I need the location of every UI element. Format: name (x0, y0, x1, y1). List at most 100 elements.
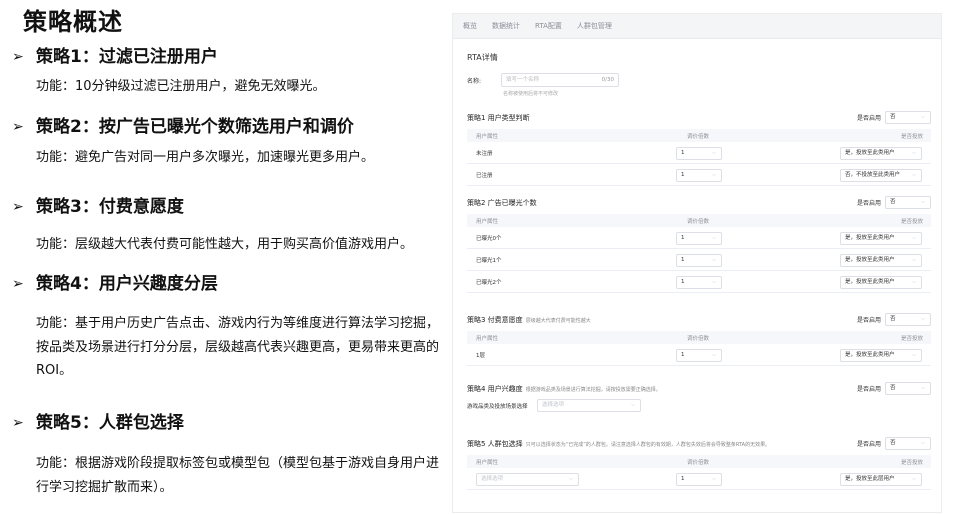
enable-value: 否 (890, 114, 896, 120)
card-title: RTA详情 (467, 53, 498, 62)
deliver-value: 是，投放至此类用户 (845, 352, 895, 358)
deliver-value: 是，投放至此类用户 (845, 279, 895, 285)
chevron-down-icon: ⌵ (912, 150, 916, 156)
enable-value: 否 (890, 440, 896, 446)
deliver-select[interactable]: 是，投放至此类用户 ⌵ (840, 147, 922, 160)
strategy-4-section: 策略4 用户兴趣度 根据游戏品类及场景进行算法挖掘，请按投放需要正确选择。 是否启… (467, 382, 931, 414)
enable-select[interactable]: 否 ⌵ (885, 437, 931, 450)
enable-label: 是否启用 (856, 317, 881, 324)
category-select[interactable]: 选择选项 ⌵ (537, 399, 641, 412)
section-title-text: 策略5 人群包选择 (467, 440, 523, 448)
row-label: 未注册 (476, 151, 493, 157)
deliver-value: 是，投放至此类用户 (845, 150, 895, 156)
enable-control: 是否启用 否 ⌵ (857, 196, 931, 209)
weight-value: 1 (681, 172, 685, 178)
section-title-text: 策略4 用户兴趣度 (467, 385, 523, 393)
weight-value: 1 (681, 257, 685, 263)
slide-title: 策略概述 (23, 8, 123, 36)
strategy-5-desc: 功能：根据游戏阶段提取标签包或模型包（模型包基于游戏自身用户进行学习挖掘扩散而来… (36, 456, 440, 495)
strategy-3-heading: ➢ 策略3：付费意愿度 (12, 192, 184, 217)
chevron-down-icon: ⌵ (921, 385, 925, 391)
weight-select[interactable]: 1 ⌵ (676, 473, 722, 486)
col-weight: 调价倍数 (687, 460, 710, 466)
name-input[interactable]: 填写一个名称 0/30 (501, 73, 619, 87)
section-title: 策略3 付费意愿度 层级越大代表付费可能性越大 (467, 315, 591, 325)
arrow-icon: ➢ (12, 199, 24, 215)
chevron-down-icon: ⌵ (921, 440, 925, 446)
row-label: 1层 (476, 353, 485, 359)
strategy-2-title: 策略2：按广告已曝光个数筛选用户和调价 (36, 117, 354, 137)
chevron-down-icon: ⌵ (921, 114, 925, 120)
weight-select[interactable]: 1 ⌵ (676, 276, 722, 289)
deliver-select[interactable]: 否，不投放至此类用户 ⌵ (840, 169, 922, 182)
deliver-select[interactable]: 是，投放至此类用户 ⌵ (840, 349, 922, 362)
table-row: 已注册 1 ⌵ 否，不投放至此类用户 ⌵ (467, 164, 931, 186)
strategy-3-section: 策略3 付费意愿度 层级越大代表付费可能性越大 是否启用 否 ⌵ 用户属性 调价倍数… (467, 313, 931, 366)
audience-select[interactable]: 选择选项 ⌵ (476, 473, 579, 486)
table-header: 用户属性 调价倍数 是否投放 (467, 455, 931, 468)
strategy-5-title: 策略5：人群包选择 (36, 413, 184, 433)
enable-value: 否 (890, 199, 896, 205)
arrow-icon: ➢ (12, 276, 24, 292)
table-row: 选择选项 ⌵ 1 ⌵ 是，投放至此层用户 ⌵ (467, 468, 931, 490)
chevron-down-icon: ⌵ (712, 235, 716, 241)
chevron-down-icon: ⌵ (921, 316, 925, 322)
weight-select[interactable]: 1 ⌵ (676, 169, 722, 182)
weight-select[interactable]: 1 ⌵ (676, 147, 722, 160)
section-title-text: 策略3 付费意愿度 (467, 316, 523, 324)
weight-select[interactable]: 1 ⌵ (676, 254, 722, 267)
nav-audience-mgmt[interactable]: 人群包管理 (577, 21, 612, 31)
section-subtitle: 只可以选择状态为“已完成”的人群包。请注意选择人群包的有效期，人群包失效后将会导… (525, 442, 771, 448)
chevron-down-icon: ⌵ (712, 172, 716, 178)
weight-value: 1 (681, 279, 685, 285)
strategy-4-title: 策略4：用户兴趣度分层 (36, 274, 218, 294)
weight-select[interactable]: 1 ⌵ (676, 232, 722, 245)
chevron-down-icon: ⌵ (912, 279, 916, 285)
chevron-down-icon: ⌵ (712, 476, 716, 482)
weight-select[interactable]: 1 ⌵ (676, 349, 722, 362)
table-row: 已曝光0个 1 ⌵ 是，投放至此类用户 ⌵ (467, 227, 931, 249)
row-label: 已注册 (476, 173, 493, 179)
row-label: 已曝光2个 (476, 280, 502, 286)
table-row: 已曝光1个 1 ⌵ 是，投放至此类用户 ⌵ (467, 249, 931, 271)
row-label: 已曝光1个 (476, 258, 502, 264)
col-deliver: 是否投放 (900, 336, 923, 342)
enable-label: 是否启用 (856, 386, 881, 393)
strategy-2-heading: ➢ 策略2：按广告已曝光个数筛选用户和调价 (12, 112, 354, 137)
name-char-count: 0/30 (601, 77, 614, 83)
col-weight: 调价倍数 (687, 336, 710, 342)
enable-select[interactable]: 否 ⌵ (885, 196, 931, 209)
chevron-down-icon: ⌵ (912, 235, 916, 241)
deliver-select[interactable]: 是，投放至此层用户 ⌵ (840, 473, 922, 486)
strategy-1-title: 策略1：过滤已注册用户 (36, 47, 218, 67)
strategy-2-section: 策略2 广告已曝光个数 是否启用 否 ⌵ 用户属性 调价倍数 是否投放 已曝光0个… (467, 196, 931, 293)
name-label: 名称: (467, 78, 482, 85)
table-header: 用户属性 调价倍数 是否投放 (467, 214, 931, 227)
table-header: 用户属性 调价倍数 是否投放 (467, 129, 931, 142)
col-weight: 调价倍数 (687, 134, 710, 140)
name-hint: 名称被使用后将不可修改 (503, 91, 559, 97)
enable-select[interactable]: 否 ⌵ (885, 111, 931, 124)
enable-value: 否 (890, 385, 896, 391)
nav-data-stats[interactable]: 数据统计 (492, 21, 520, 31)
arrow-icon: ➢ (12, 119, 24, 135)
deliver-select[interactable]: 是，投放至此类用户 ⌵ (840, 254, 922, 267)
chevron-down-icon: ⌵ (912, 257, 916, 263)
chevron-down-icon: ⌵ (631, 402, 635, 408)
chevron-down-icon: ⌵ (712, 257, 716, 263)
section-subtitle: 层级越大代表付费可能性越大 (525, 318, 591, 324)
nav-overview[interactable]: 概览 (463, 21, 477, 31)
enable-select[interactable]: 否 ⌵ (885, 313, 931, 326)
deliver-select[interactable]: 是，投放至此类用户 ⌵ (840, 232, 922, 245)
enable-select[interactable]: 否 ⌵ (885, 382, 931, 395)
deliver-select[interactable]: 是，投放至此类用户 ⌵ (840, 276, 922, 289)
chevron-down-icon: ⌵ (912, 476, 916, 482)
chevron-down-icon: ⌵ (912, 172, 916, 178)
col-attr: 用户属性 (476, 219, 499, 225)
nav-rta-config[interactable]: RTA配置 (535, 21, 562, 31)
col-weight: 调价倍数 (687, 219, 710, 225)
strategy-1-section: 策略1 用户类型判断 是否启用 否 ⌵ 用户属性 调价倍数 是否投放 未注册 1 ⌵… (467, 111, 931, 186)
strategy-4-desc: 功能：基于用户历史广告点击、游戏内行为等维度进行算法学习挖掘，按品类及场景进行打… (36, 316, 440, 378)
deliver-value: 是，投放至此类用户 (845, 257, 895, 263)
enable-label: 是否启用 (856, 115, 881, 122)
